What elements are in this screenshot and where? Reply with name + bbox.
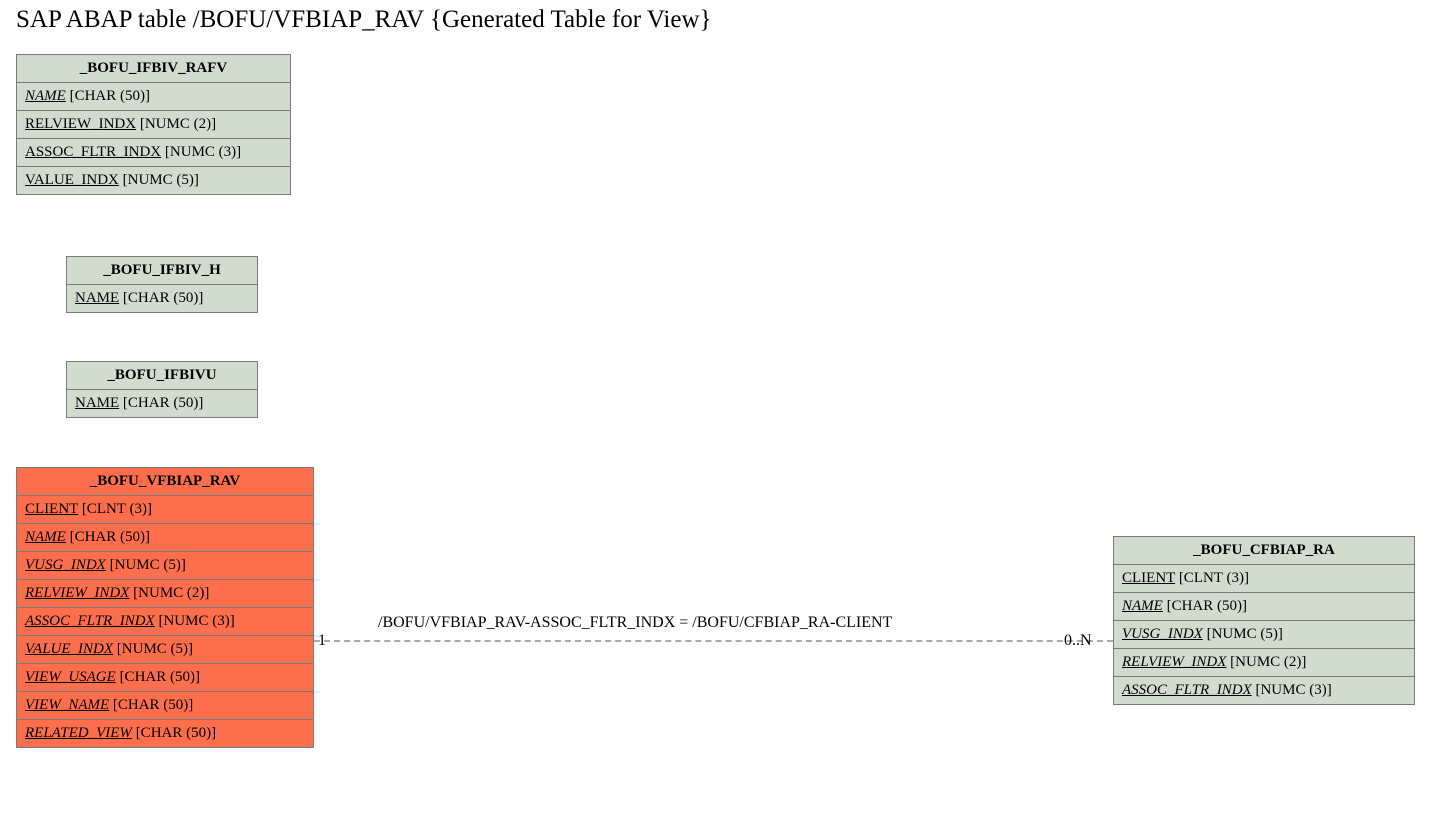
entity-field: VIEW_NAME [CHAR (50)]: [17, 692, 313, 720]
entity-field: RELVIEW_INDX [NUMC (2)]: [17, 580, 313, 608]
entity-field: CLIENT [CLNT (3)]: [1114, 565, 1414, 593]
entity-header: _BOFU_CFBIAP_RA: [1114, 537, 1414, 565]
entity-header: _BOFU_IFBIV_H: [67, 257, 257, 285]
entity-field: RELVIEW_INDX [NUMC (2)]: [17, 111, 290, 139]
entity-field: NAME [CHAR (50)]: [67, 390, 257, 417]
entity-field: RELVIEW_INDX [NUMC (2)]: [1114, 649, 1414, 677]
entity-field: VUSG_INDX [NUMC (5)]: [17, 552, 313, 580]
entity-field: VALUE_INDX [NUMC (5)]: [17, 167, 290, 194]
entity-field: NAME [CHAR (50)]: [17, 83, 290, 111]
entity-field: VUSG_INDX [NUMC (5)]: [1114, 621, 1414, 649]
entity-field: VIEW_USAGE [CHAR (50)]: [17, 664, 313, 692]
entity-field: NAME [CHAR (50)]: [17, 524, 313, 552]
entity-header: _BOFU_IFBIV_RAFV: [17, 55, 290, 83]
entity-field: NAME [CHAR (50)]: [67, 285, 257, 312]
entity-field: RELATED_VIEW [CHAR (50)]: [17, 720, 313, 747]
entity-field: NAME [CHAR (50)]: [1114, 593, 1414, 621]
cardinality-right: 0..N: [1064, 632, 1092, 650]
entity-bofu-vfbiap-rav: _BOFU_VFBIAP_RAV CLIENT [CLNT (3)] NAME …: [16, 467, 314, 748]
entity-field: ASSOC_FLTR_INDX [NUMC (3)]: [17, 608, 313, 636]
page-title: SAP ABAP table /BOFU/VFBIAP_RAV {Generat…: [16, 6, 712, 34]
cardinality-left: 1: [318, 632, 326, 650]
entity-header: _BOFU_VFBIAP_RAV: [17, 468, 313, 496]
relationship-line: [314, 640, 1113, 642]
entity-field: CLIENT [CLNT (3)]: [17, 496, 313, 524]
entity-field: VALUE_INDX [NUMC (5)]: [17, 636, 313, 664]
entity-bofu-cfbiap-ra: _BOFU_CFBIAP_RA CLIENT [CLNT (3)] NAME […: [1113, 536, 1415, 705]
relationship-label: /BOFU/VFBIAP_RAV-ASSOC_FLTR_INDX = /BOFU…: [378, 614, 892, 632]
entity-bofu-ifbiv-rafv: _BOFU_IFBIV_RAFV NAME [CHAR (50)] RELVIE…: [16, 54, 291, 195]
entity-field: ASSOC_FLTR_INDX [NUMC (3)]: [1114, 677, 1414, 704]
entity-header: _BOFU_IFBIVU: [67, 362, 257, 390]
entity-bofu-ifbiv-h: _BOFU_IFBIV_H NAME [CHAR (50)]: [66, 256, 258, 313]
entity-bofu-ifbivu: _BOFU_IFBIVU NAME [CHAR (50)]: [66, 361, 258, 418]
entity-field: ASSOC_FLTR_INDX [NUMC (3)]: [17, 139, 290, 167]
